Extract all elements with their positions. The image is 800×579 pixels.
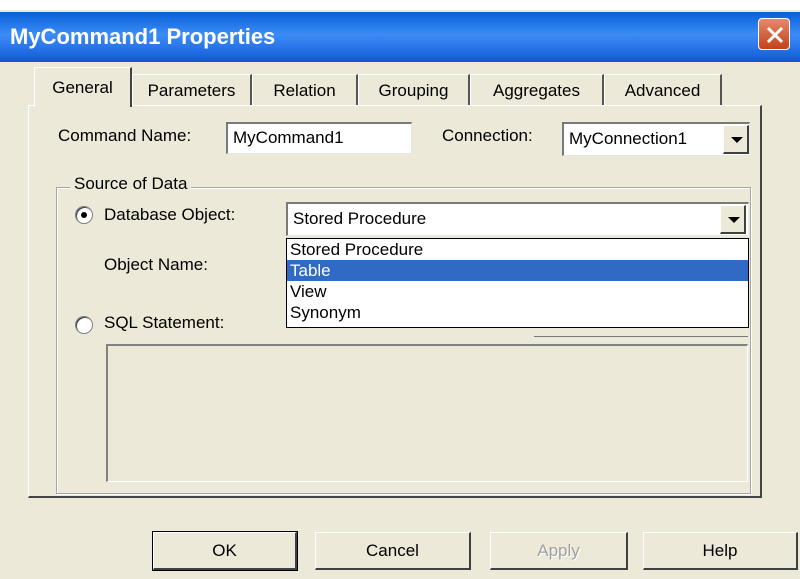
source-of-data-title: Source of Data — [70, 174, 192, 194]
database-object-select[interactable]: Stored Procedure — [286, 202, 749, 236]
option-table[interactable]: Table — [287, 260, 748, 281]
apply-button: Apply — [490, 532, 628, 570]
tab-general[interactable]: General — [34, 67, 132, 107]
database-object-options-list[interactable]: Stored Procedure Table View Synonym — [286, 238, 749, 328]
database-object-dropdown-button[interactable] — [720, 205, 746, 234]
connection-select[interactable]: MyConnection1 — [562, 122, 750, 156]
sql-statement-label: SQL Statement: — [104, 313, 225, 332]
connection-label: Connection: — [442, 126, 533, 145]
chevron-down-icon — [731, 137, 743, 143]
sql-statement-textarea[interactable] — [106, 344, 748, 482]
tab-aggregates[interactable]: Aggregates — [470, 74, 604, 106]
tab-parameters[interactable]: Parameters — [132, 74, 252, 106]
help-button-label: Help — [702, 541, 738, 560]
object-name-label: Object Name: — [104, 255, 208, 274]
ok-button-label: OK — [212, 541, 237, 560]
tab-grouping[interactable]: Grouping — [358, 74, 470, 106]
option-view[interactable]: View — [287, 281, 748, 302]
ok-button[interactable]: OK — [152, 531, 298, 571]
tab-relation[interactable]: Relation — [252, 74, 358, 106]
connection-dropdown-button[interactable] — [723, 125, 749, 154]
database-object-label: Database Object: — [104, 205, 236, 224]
command-name-label: Command Name: — [58, 126, 192, 145]
chevron-down-icon — [728, 217, 740, 223]
apply-button-label: Apply — [537, 541, 580, 560]
close-button[interactable] — [758, 18, 790, 50]
option-synonym[interactable]: Synonym — [287, 302, 748, 323]
window-title: MyCommand1 Properties — [10, 24, 276, 49]
database-object-radio[interactable] — [75, 206, 93, 224]
cancel-button-label: Cancel — [366, 541, 419, 560]
help-button[interactable]: Help — [643, 532, 798, 570]
radio-selected-dot — [81, 212, 87, 218]
cancel-button[interactable]: Cancel — [315, 532, 471, 570]
tab-advanced[interactable]: Advanced — [604, 74, 722, 106]
close-icon — [766, 26, 784, 44]
sql-statement-radio[interactable] — [75, 316, 93, 334]
command-name-input[interactable]: MyCommand1 — [226, 122, 412, 154]
option-stored-procedure[interactable]: Stored Procedure — [287, 239, 748, 260]
